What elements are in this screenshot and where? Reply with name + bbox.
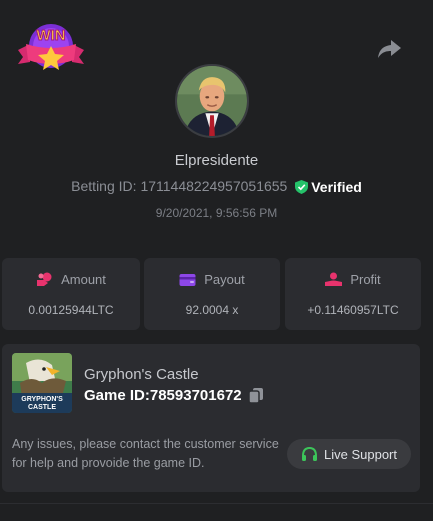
avatar [175,64,249,138]
game-id-value: 78593701672 [149,387,242,404]
amount-label: Amount [61,272,106,287]
game-id-label: Game ID: [84,387,150,404]
win-badge: WIN [14,16,88,76]
support-message: Any issues, please contact the customer … [12,437,279,470]
username: Elpresidente [174,152,259,169]
shield-check-icon [295,180,309,195]
betting-id-value: 1711448224957051655 [140,178,288,194]
copy-icon[interactable] [247,387,264,404]
win-badge-text: WIN [36,27,65,44]
wallet-icon [179,274,196,286]
coins-icon [37,272,52,286]
profit-card: Profit +0.11460957LTC [285,258,421,330]
headset-icon [302,446,317,461]
amount-value: 0.00125944LTC [28,303,114,317]
bottom-divider [0,503,433,504]
amount-card: Amount 0.00125944LTC [2,258,140,330]
payout-value: 92.0004 x [185,303,239,317]
hand-coin-icon [325,272,343,286]
profit-value: +0.11460957LTC [307,303,399,317]
betting-id-label: Betting ID: [71,178,137,194]
share-button[interactable] [376,38,402,60]
verified-badge: Verified [295,179,362,195]
profit-label: Profit [350,272,381,287]
payout-card: Payout 92.0004 x [144,258,280,330]
game-id-row: Game ID:78593701672 [84,387,264,404]
game-thumbnail-title: GRYPHON'S CASTLE [21,396,63,411]
live-support-label: Live Support [324,446,397,462]
payout-label: Payout [204,272,245,287]
game-card: GRYPHON'S CASTLE Gryphon's Castle Game I… [2,344,420,492]
game-name: Gryphon's Castle [84,366,199,383]
live-support-button[interactable]: Live Support [287,439,411,469]
share-icon [378,40,401,58]
game-thumbnail[interactable]: GRYPHON'S CASTLE [12,353,72,413]
bet-timestamp: 9/20/2021, 9:56:56 PM [155,206,278,220]
verified-label: Verified [311,179,362,196]
betting-id-row: Betting ID: 1711448224957051655 Verified [0,178,433,195]
